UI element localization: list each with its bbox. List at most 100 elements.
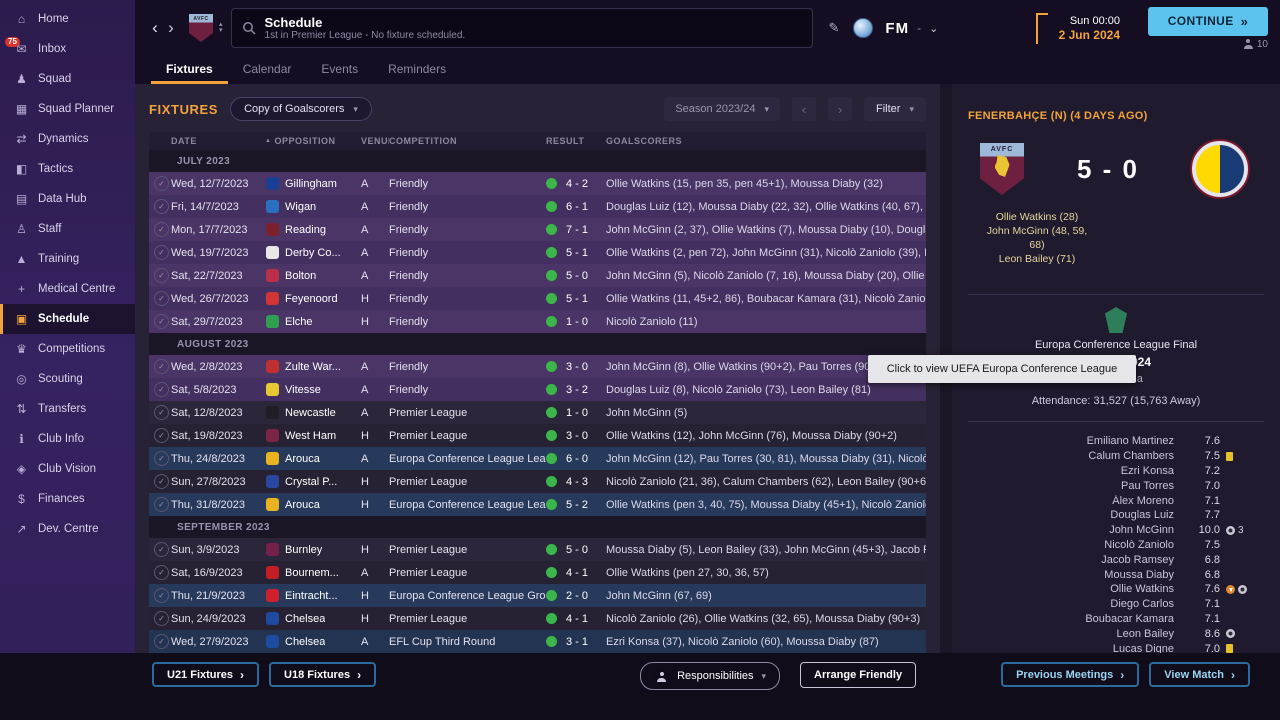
sidebar-item-competitions[interactable]: ♛ Competitions	[0, 334, 135, 364]
column-header-venue[interactable]: VENUE	[361, 136, 389, 146]
rating-row[interactable]: Moussa Diaby 6.8	[968, 567, 1264, 582]
player-name[interactable]: Jacob Ramsey	[968, 554, 1184, 566]
previous-meetings-button[interactable]: Previous Meetings ›	[1001, 662, 1140, 687]
opposition-name[interactable]: Arouca	[285, 453, 320, 465]
fixture-row[interactable]: ✓ Wed, 19/7/2023 Derby Co... A Friendly 5 - 1…	[149, 241, 926, 264]
u18-fixtures-button[interactable]: U18 Fixtures ›	[269, 662, 377, 687]
player-name[interactable]: Calum Chambers	[968, 450, 1184, 462]
opposition-name[interactable]: Bolton	[285, 270, 316, 282]
fixture-row[interactable]: ✓ Sun, 3/9/2023 Burnley H Premier League 5 - …	[149, 538, 926, 561]
sidebar-item-club-info[interactable]: ℹ Club Info	[0, 424, 135, 454]
fixture-row[interactable]: ✓ Sat, 12/8/2023 Newcastle A Premier League 1…	[149, 401, 926, 424]
column-header-opposition[interactable]: ▲ OPPOSITION	[265, 136, 361, 146]
forward-button[interactable]: ›	[163, 18, 179, 38]
result-score[interactable]: 6 - 1	[566, 201, 588, 213]
opposition-name[interactable]: Feyenoord	[285, 293, 338, 305]
player-name[interactable]: Diego Carlos	[968, 598, 1184, 610]
rating-row[interactable]: Leon Bailey 8.6	[968, 626, 1264, 641]
sidebar-item-dynamics[interactable]: ⇄ Dynamics	[0, 124, 135, 154]
sidebar-item-home[interactable]: ⌂ Home	[0, 4, 135, 34]
fixture-row[interactable]: ✓ Sat, 19/8/2023 West Ham H Premier League 3 …	[149, 424, 926, 447]
result-score[interactable]: 3 - 0	[566, 430, 588, 442]
arrange-friendly-button[interactable]: Arrange Friendly	[800, 662, 917, 688]
fm-menu-chevron-icon[interactable]: ⌄	[929, 22, 938, 35]
fixture-row[interactable]: ✓ Sat, 29/7/2023 Elche H Friendly 1 - 0 Nicolò…	[149, 310, 926, 333]
sidebar-item-data-hub[interactable]: ▤ Data Hub	[0, 184, 135, 214]
fixture-row[interactable]: ✓ Sun, 27/8/2023 Crystal P... H Premier Leag…	[149, 470, 926, 493]
player-name[interactable]: Moussa Diaby	[968, 569, 1184, 581]
fixture-row[interactable]: ✓ Wed, 27/9/2023 Chelsea A EFL Cup Third Rou…	[149, 630, 926, 653]
opposition-name[interactable]: Wigan	[285, 201, 316, 213]
sidebar-item-finances[interactable]: $ Finances	[0, 484, 135, 514]
sidebar-item-club-vision[interactable]: ◈ Club Vision	[0, 454, 135, 484]
player-name[interactable]: Leon Bailey	[968, 628, 1184, 640]
sidebar-item-scouting[interactable]: ◎ Scouting	[0, 364, 135, 394]
player-name[interactable]: Douglas Luiz	[968, 509, 1184, 521]
edit-icon[interactable]: ✎	[829, 20, 840, 36]
season-prev-button[interactable]: ‹	[792, 97, 817, 121]
opposition-name[interactable]: Burnley	[285, 544, 322, 556]
player-name[interactable]: Boubacar Kamara	[968, 613, 1184, 625]
rating-row[interactable]: Pau Torres 7.0	[968, 478, 1264, 493]
opposition-name[interactable]: Vitesse	[285, 384, 321, 396]
player-name[interactable]: Emiliano Martinez	[968, 435, 1184, 447]
sidebar-item-schedule[interactable]: ▣ Schedule	[0, 304, 135, 334]
fixture-row[interactable]: ✓ Sat, 16/9/2023 Bournem... A Premier League…	[149, 561, 926, 584]
fixture-row[interactable]: ✓ Wed, 12/7/2023 Gillingham A Friendly 4 - 2 O…	[149, 172, 926, 195]
opposition-name[interactable]: Chelsea	[285, 636, 325, 648]
tab-fixtures[interactable]: Fixtures	[151, 56, 228, 84]
rating-row[interactable]: Nicolò Zaniolo 7.5	[968, 538, 1264, 553]
opposition-name[interactable]: Elche	[285, 316, 313, 328]
season-selector-dropdown[interactable]: Season 2023/24 ▾	[664, 97, 781, 121]
opposition-name[interactable]: Chelsea	[285, 613, 325, 625]
match-competition[interactable]: Europa Conference League Final	[968, 339, 1264, 351]
opposition-name[interactable]: Crystal P...	[285, 476, 337, 488]
u21-fixtures-button[interactable]: U21 Fixtures ›	[152, 662, 260, 687]
fixture-row[interactable]: ✓ Mon, 17/7/2023 Reading A Friendly 7 - 1 John…	[149, 218, 926, 241]
view-match-button[interactable]: View Match ›	[1149, 662, 1250, 687]
result-score[interactable]: 4 - 1	[566, 567, 588, 579]
tab-calendar[interactable]: Calendar	[228, 56, 307, 84]
section-title-bar[interactable]: Schedule 1st in Premier League - No fixt…	[230, 8, 813, 48]
rating-row[interactable]: Boubacar Kamara 7.1	[968, 612, 1264, 627]
opposition-name[interactable]: Bournem...	[285, 567, 339, 579]
fixture-row[interactable]: ✓ Wed, 2/8/2023 Zulte War... A Friendly 3 - 0…	[149, 355, 926, 378]
rating-row[interactable]: Álex Moreno 7.1	[968, 493, 1264, 508]
result-score[interactable]: 5 - 1	[566, 247, 588, 259]
result-score[interactable]: 5 - 0	[566, 544, 588, 556]
result-score[interactable]: 2 - 0	[566, 590, 588, 602]
filter-dropdown[interactable]: Filter ▾	[864, 97, 926, 121]
rating-row[interactable]: John McGinn 10.0 3	[968, 523, 1264, 538]
fixture-row[interactable]: ✓ Sat, 22/7/2023 Bolton A Friendly 5 - 0 John …	[149, 264, 926, 287]
sidebar-item-transfers[interactable]: ⇅ Transfers	[0, 394, 135, 424]
sidebar-item-training[interactable]: ▲ Training	[0, 244, 135, 274]
result-score[interactable]: 5 - 0	[566, 270, 588, 282]
club-crest-icon[interactable]: AVFC	[189, 14, 213, 42]
fixture-row[interactable]: ✓ Sat, 5/8/2023 Vitesse A Friendly 3 - 2 Dougl…	[149, 378, 926, 401]
opposition-name[interactable]: Arouca	[285, 499, 320, 511]
rating-row[interactable]: Douglas Luiz 7.7	[968, 508, 1264, 523]
result-score[interactable]: 3 - 0	[566, 361, 588, 373]
sidebar-item-squad[interactable]: ♟ Squad	[0, 64, 135, 94]
opposition-name[interactable]: Newcastle	[285, 407, 336, 419]
opposition-name[interactable]: Eintracht...	[285, 590, 338, 602]
fixture-row[interactable]: ✓ Sun, 24/9/2023 Chelsea H Premier League 4 -…	[149, 607, 926, 630]
continue-button[interactable]: CONTINUE »	[1148, 6, 1268, 36]
result-score[interactable]: 3 - 1	[566, 636, 588, 648]
away-crest-icon[interactable]	[1192, 141, 1248, 197]
responsibilities-button[interactable]: Responsibilities ▾	[640, 662, 781, 690]
tab-reminders[interactable]: Reminders	[373, 56, 461, 84]
player-name[interactable]: Ollie Watkins	[968, 583, 1184, 595]
view-selector-dropdown[interactable]: Copy of Goalscorers ▾	[230, 97, 372, 121]
opposition-name[interactable]: Gillingham	[285, 178, 337, 190]
player-name[interactable]: Nicolò Zaniolo	[968, 539, 1184, 551]
result-score[interactable]: 4 - 2	[566, 178, 588, 190]
result-score[interactable]: 5 - 2	[566, 499, 588, 511]
rating-row[interactable]: Ollie Watkins 7.6	[968, 582, 1264, 597]
result-score[interactable]: 4 - 3	[566, 476, 588, 488]
result-score[interactable]: 5 - 1	[566, 293, 588, 305]
result-score[interactable]: 7 - 1	[566, 224, 588, 236]
player-name[interactable]: Álex Moreno	[968, 495, 1184, 507]
tab-events[interactable]: Events	[306, 56, 373, 84]
player-name[interactable]: John McGinn	[968, 524, 1184, 536]
